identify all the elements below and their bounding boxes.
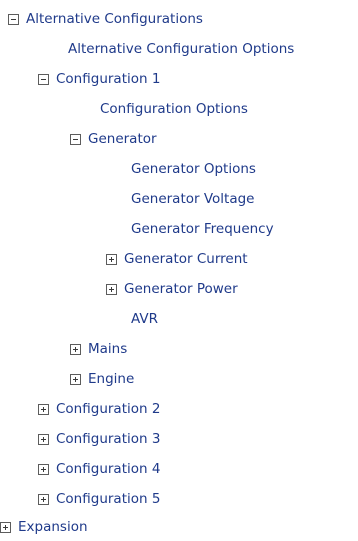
expand-icon[interactable] — [70, 373, 81, 385]
expand-icon[interactable] — [38, 493, 49, 505]
tree-node-label: Alternative Configurations — [26, 11, 203, 27]
tree-node-configuration-2[interactable]: Configuration 2 — [38, 395, 160, 423]
tree-node-label: Configuration 3 — [56, 431, 161, 447]
tree-node-label: Generator Voltage — [131, 191, 255, 207]
tree-node-label: Expansion — [18, 519, 88, 535]
tree-node-label: Generator — [88, 131, 157, 147]
tree-node-generator-options[interactable]: Generator Options — [131, 155, 256, 183]
tree-node-generator-power[interactable]: Generator Power — [106, 275, 238, 303]
expand-icon[interactable] — [38, 433, 49, 445]
tree-node-alternative-configurations[interactable]: Alternative Configurations — [8, 5, 203, 33]
tree-node-configuration-5[interactable]: Configuration 5 — [38, 485, 160, 513]
tree-node-generator-frequency[interactable]: Generator Frequency — [131, 215, 274, 243]
expand-icon[interactable] — [0, 521, 11, 533]
tree-node-configuration-options[interactable]: Configuration Options — [100, 95, 248, 123]
expand-icon[interactable] — [38, 463, 49, 475]
tree-node-label: Configuration 1 — [56, 71, 161, 87]
expand-icon[interactable] — [38, 403, 49, 415]
configuration-tree: Alternative Configurations Alternative C… — [0, 0, 358, 537]
tree-node-generator-current[interactable]: Generator Current — [106, 245, 248, 273]
expand-icon[interactable] — [106, 283, 117, 295]
tree-node-label: Generator Current — [124, 251, 248, 267]
tree-node-label: Generator Power — [124, 281, 238, 297]
tree-node-label: Configuration 2 — [56, 401, 161, 417]
tree-node-label: Configuration Options — [100, 101, 248, 117]
tree-node-configuration-1[interactable]: Configuration 1 — [38, 65, 160, 93]
collapse-icon[interactable] — [70, 133, 81, 145]
expand-icon[interactable] — [106, 253, 117, 265]
expand-icon[interactable] — [70, 343, 81, 355]
tree-node-engine[interactable]: Engine — [70, 365, 134, 393]
collapse-icon[interactable] — [8, 13, 19, 25]
tree-node-mains[interactable]: Mains — [70, 335, 127, 363]
tree-node-label: Configuration 4 — [56, 461, 161, 477]
tree-node-alternative-configuration-options[interactable]: Alternative Configuration Options — [68, 35, 294, 63]
collapse-icon[interactable] — [38, 73, 49, 85]
tree-node-label: AVR — [131, 311, 158, 327]
tree-node-configuration-4[interactable]: Configuration 4 — [38, 455, 160, 483]
tree-node-avr[interactable]: AVR — [131, 305, 158, 333]
tree-node-label: Alternative Configuration Options — [68, 41, 295, 57]
tree-node-generator-voltage[interactable]: Generator Voltage — [131, 185, 254, 213]
tree-node-label: Generator Frequency — [131, 221, 274, 237]
tree-node-label: Generator Options — [131, 161, 256, 177]
tree-node-label: Mains — [88, 341, 128, 357]
tree-node-label: Configuration 5 — [56, 491, 161, 507]
tree-node-configuration-3[interactable]: Configuration 3 — [38, 425, 160, 453]
tree-node-generator[interactable]: Generator — [70, 125, 157, 153]
tree-node-label: Engine — [88, 371, 135, 387]
